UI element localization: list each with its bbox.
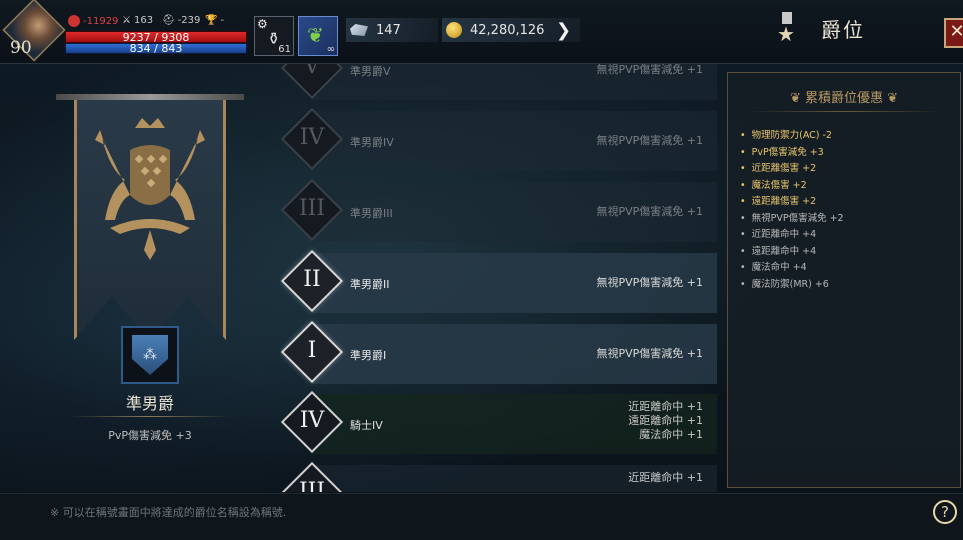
rank-name: 準男爵II	[350, 278, 390, 291]
rank-banner: ⁂ 準男爵 PvP傷害減免 +3	[50, 70, 250, 510]
rank-row[interactable]: II 準男爵II 無視PVP傷害減免 +1	[280, 249, 717, 317]
rank-effects: 無視PVP傷害減免 +1	[596, 276, 703, 289]
skull-icon	[68, 15, 80, 27]
rank-numeral: IV	[299, 125, 325, 150]
gem-icon	[350, 24, 368, 36]
sword-icon: ⚔	[122, 15, 131, 26]
current-rank-name: 準男爵	[125, 394, 174, 413]
bonus-item: 魔法防禦(MR) +6	[740, 277, 844, 294]
close-button[interactable]: ✕	[944, 18, 963, 48]
trophy-value: -	[220, 15, 225, 26]
rank-name: 準男爵I	[350, 349, 387, 362]
mp-bar: 834 / 843	[65, 43, 247, 54]
rank-effects: 近距離命中 +1	[628, 471, 703, 484]
rank-name: 準男爵IV	[350, 136, 394, 149]
rank-numeral: V	[304, 64, 320, 79]
bonus-item: 物理防禦力(AC) -2	[740, 128, 844, 145]
gold-amount: 42,280,126	[470, 22, 545, 38]
bonus-item: 魔法傷害 +2	[740, 178, 844, 195]
rank-numeral: II	[303, 267, 321, 292]
gem-currency: 147	[346, 18, 438, 42]
title-area: 爵位	[775, 12, 865, 46]
attack-value: 163	[133, 15, 154, 26]
trophy-stat: 🏆 -	[205, 15, 224, 26]
bonus-item: 無視PVP傷害減免 +2	[740, 211, 844, 228]
rank-name: 準男爵III	[350, 207, 393, 220]
player-level: 90	[10, 38, 32, 58]
crest-icon	[95, 118, 205, 260]
rank-row[interactable]: V 準男爵V 無視PVP傷害減免 +1	[280, 64, 717, 104]
chevron-right-icon[interactable]: ❯	[556, 20, 571, 41]
bonus-item: PvP傷害減免 +3	[740, 145, 844, 162]
rank-row[interactable]: IV 準男爵IV 無視PVP傷害減免 +1	[280, 107, 717, 175]
gem-amount: 147	[376, 22, 401, 38]
slot1-count: 61	[278, 44, 291, 55]
rank-effects: 無視PVP傷害減免 +1	[596, 205, 703, 218]
slot2-count: ∞	[326, 44, 335, 55]
rank-name: 騎士IV	[350, 419, 383, 432]
rank-row[interactable]: I 準男爵I 無視PVP傷害減免 +1	[280, 320, 717, 388]
bonus-item: 遠距離傷害 +2	[740, 194, 844, 211]
rank-list[interactable]: V 準男爵V 無視PVP傷害減免 +1 IV 準男爵IV 無視PVP傷害減免 +…	[280, 64, 720, 492]
rank-numeral: III	[298, 196, 326, 221]
gold-coin-icon	[446, 22, 462, 38]
helmet-icon: ⛑	[162, 15, 175, 26]
quick-slot-potion[interactable]: ⚙ ⚱ 61	[254, 16, 294, 56]
trophy-icon: 🏆	[205, 15, 218, 26]
bonus-item: 近距離傷害 +2	[740, 161, 844, 178]
rank-effects: 無視PVP傷害減免 +1	[596, 347, 703, 360]
defense-value: -239	[177, 15, 201, 26]
help-button[interactable]: ?	[933, 500, 957, 524]
rank-numeral: I	[307, 338, 317, 363]
rank-divider	[70, 416, 230, 417]
rank-numeral: III	[298, 479, 326, 492]
bonus-list: 物理防禦力(AC) -2 PvP傷害減免 +3 近距離傷害 +2 魔法傷害 +2…	[740, 128, 844, 293]
defense-stat: ⛑ -239	[162, 15, 200, 26]
panel-divider	[748, 111, 942, 112]
mp-text: 834 / 843	[129, 42, 183, 55]
laurel-left-icon: ❦	[789, 91, 805, 106]
panel-title: ❦ 累積爵位優惠 ❦	[789, 91, 899, 106]
pk-stat: -11929	[68, 15, 118, 27]
current-rank-bonus: PvP傷害減免 +3	[108, 429, 192, 442]
rank-emblem: ⁂	[121, 326, 179, 384]
pk-value: -11929	[83, 15, 119, 27]
top-bar: 90 -11929 ⚔ 163 ⛑ -239 🏆 - 9237 / 9308 8…	[0, 0, 963, 64]
laurel-right-icon: ❦	[883, 91, 899, 106]
banner-pole	[56, 94, 244, 100]
rank-effects: 無視PVP傷害減免 +1	[596, 134, 703, 147]
rank-row[interactable]: IV 騎士IV 近距離命中 +1 遠距離命中 +1 魔法命中 +1	[280, 390, 717, 458]
bonus-item: 近距離命中 +4	[740, 227, 844, 244]
cumulative-bonus-panel: ❦ 累積爵位優惠 ❦ 物理防禦力(AC) -2 PvP傷害減免 +3 近距離傷害…	[727, 72, 961, 488]
footer-note: ※ 可以在稱號畫面中將達成的爵位名稱設為稱號.	[50, 506, 287, 519]
bonus-item: 魔法命中 +4	[740, 260, 844, 277]
quick-slot-leaf[interactable]: ❦ ∞	[298, 16, 338, 56]
medal-icon	[775, 12, 799, 46]
footer: ※ 可以在稱號畫面中將達成的爵位名稱設為稱號. ?	[0, 493, 963, 540]
shield-icon: ⁂	[132, 335, 168, 375]
leaf-icon: ❦	[307, 23, 324, 47]
rank-numeral: IV	[299, 408, 325, 433]
rank-row[interactable]: III 準男爵III 無視PVP傷害減免 +1	[280, 178, 717, 246]
attack-stat: ⚔ 163	[122, 15, 153, 26]
rank-effects: 無視PVP傷害減免 +1	[596, 64, 703, 76]
rank-name: 準男爵V	[350, 65, 391, 78]
bonus-item: 遠距離命中 +4	[740, 244, 844, 261]
rank-effects: 近距離命中 +1 遠距離命中 +1 魔法命中 +1	[628, 400, 703, 441]
page-title: 爵位	[821, 17, 865, 42]
rank-row[interactable]: III 近距離命中 +1	[280, 461, 717, 492]
